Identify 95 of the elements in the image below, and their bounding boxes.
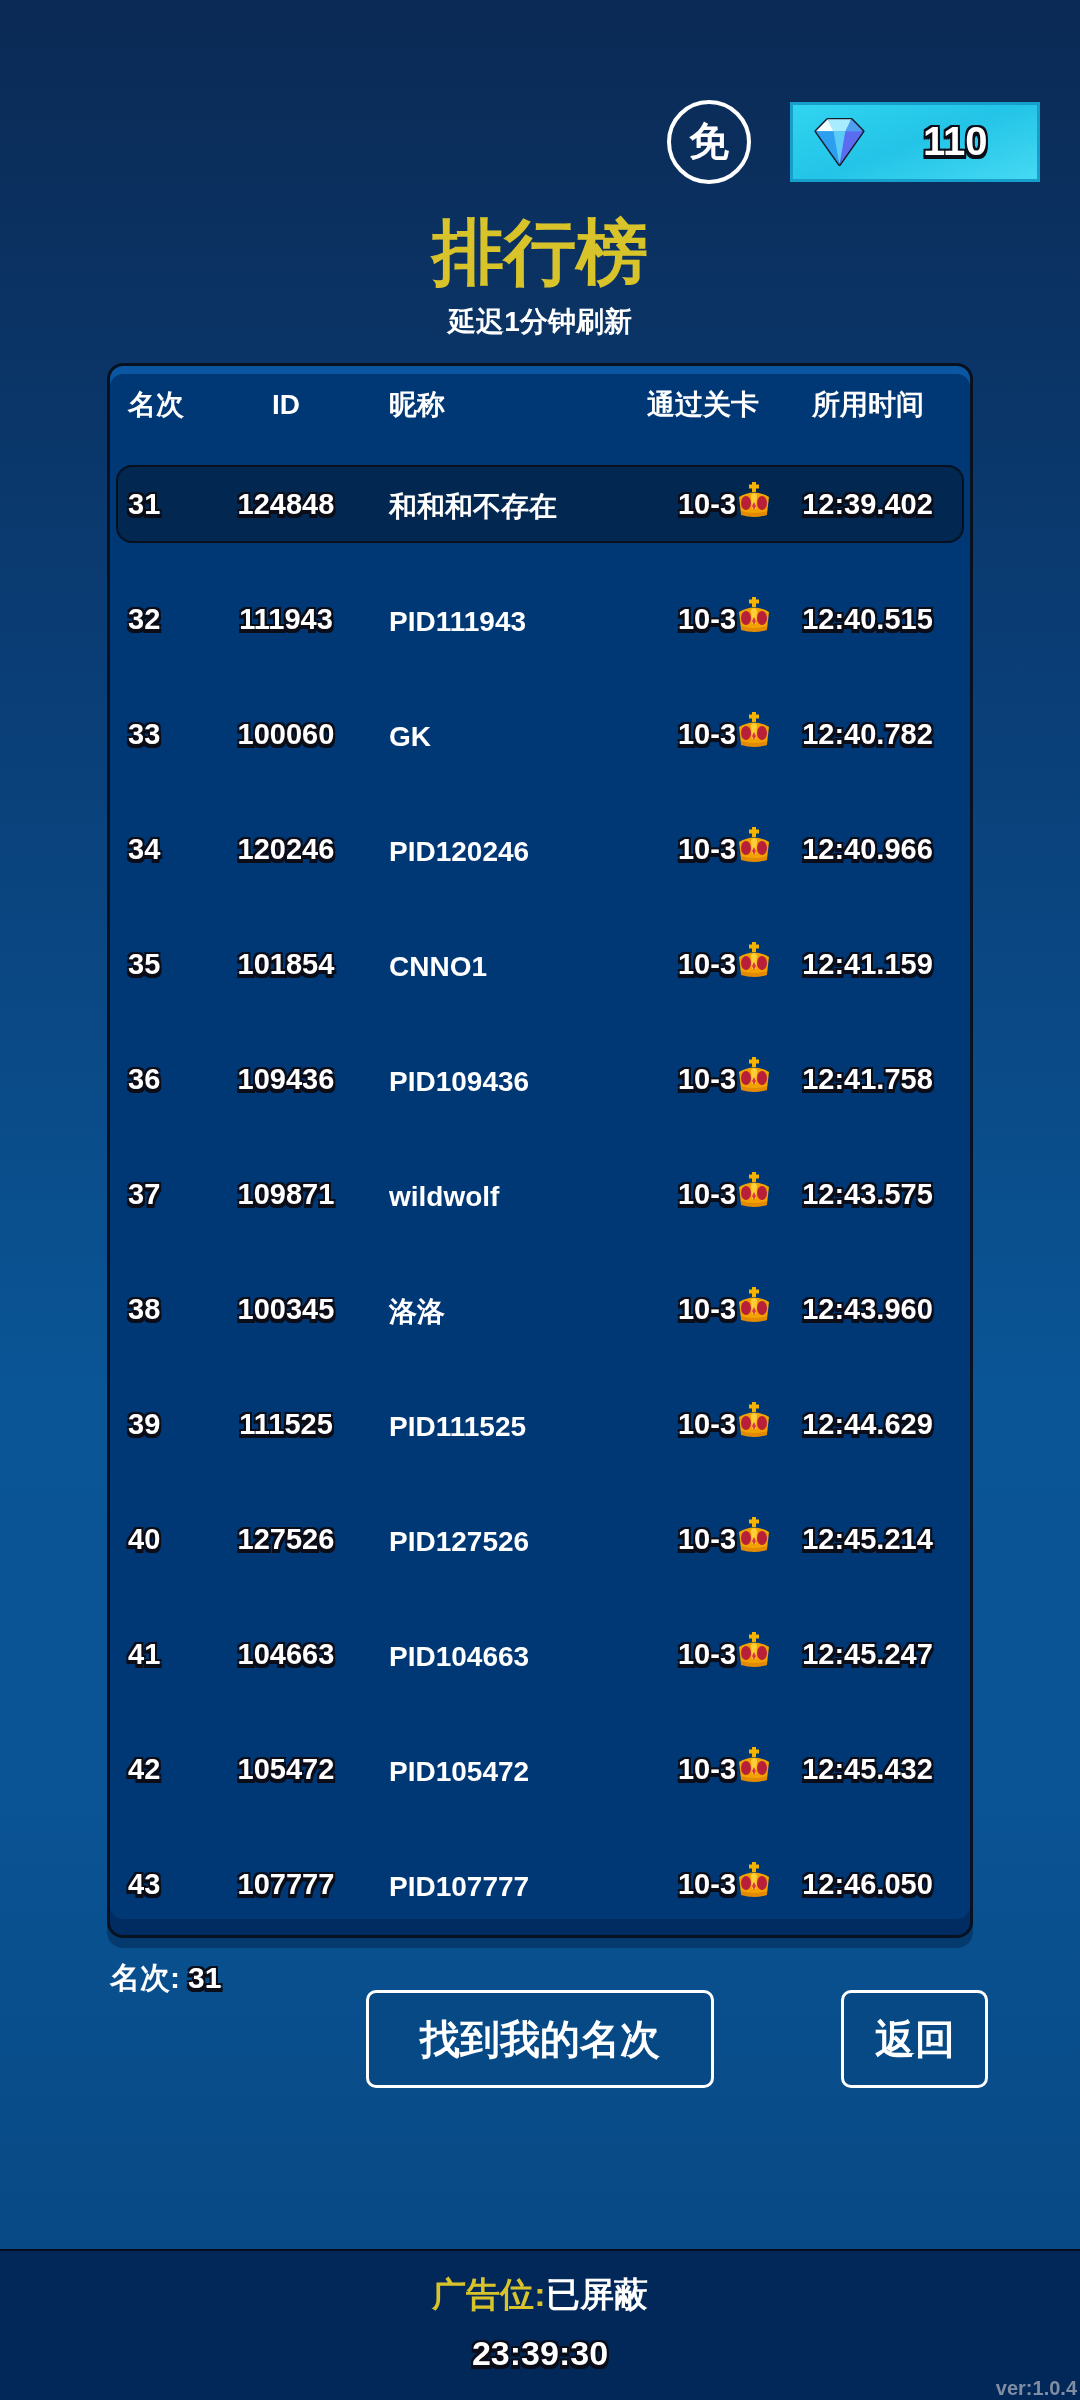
id-cell: 107777 — [237, 1867, 335, 1901]
time-cell: 12:41.159 — [802, 947, 933, 981]
nickname-cell-text: 洛洛 — [388, 1295, 446, 1329]
time-cell: 12:41.758 — [802, 1062, 933, 1096]
version-text: ver:1.0.4 — [995, 2376, 1078, 2400]
column-header: 所用时间 — [811, 388, 924, 422]
crown-icon — [736, 596, 772, 634]
time-cell: 12:43.575 — [802, 1177, 933, 1211]
nickname-cell-text: GK — [388, 721, 432, 753]
nickname-cell-text: 和和和不存在 — [387, 490, 558, 524]
crown-icon — [736, 826, 772, 864]
id-cell: 100345 — [237, 1292, 335, 1326]
nickname-cell-text: PID111525 — [388, 1411, 528, 1443]
rank-cell: 42 — [128, 1752, 161, 1786]
ad-status: 已屏蔽 — [545, 2274, 648, 2315]
column-header: 通过关卡 — [646, 388, 759, 422]
column-header: 名次 — [128, 388, 184, 422]
stage-text: 10-3 — [677, 602, 736, 636]
nickname-cell-text: PID107777 — [388, 1871, 531, 1903]
id-cell: 109436 — [237, 1062, 335, 1096]
stage-text: 10-3 — [677, 717, 736, 751]
crown-icon — [736, 1746, 772, 1784]
id-cell: 104663 — [237, 1637, 335, 1671]
rank-cell: 33 — [128, 717, 161, 751]
column-header: 昵称 — [388, 388, 445, 422]
rank-cell: 36 — [128, 1062, 161, 1096]
nickname-cell-text: CNNO1 — [388, 951, 488, 983]
id-cell: 127526 — [237, 1522, 335, 1556]
crown-icon — [736, 941, 772, 979]
time-cell: 12:44.629 — [802, 1407, 933, 1441]
crown-icon — [736, 481, 772, 519]
my-rank-value: 31 — [188, 1961, 222, 1995]
subtitle-text: 延迟1分钟刷新 — [448, 305, 632, 339]
time-cell: 12:40.782 — [802, 717, 933, 751]
time-cell: 12:40.966 — [802, 832, 933, 866]
stage-text: 10-3 — [677, 487, 736, 521]
stage-text: 10-3 — [677, 947, 736, 981]
time-cell: 12:45.247 — [802, 1637, 933, 1671]
rank-cell: 38 — [128, 1292, 161, 1326]
stage-text: 10-3 — [677, 1752, 736, 1786]
ad-label: 广告位: — [432, 2274, 546, 2315]
stage-text: 10-3 — [677, 1292, 736, 1326]
gem-count: 110 — [923, 119, 988, 164]
id-cell: 101854 — [237, 947, 335, 981]
time-cell: 12:39.402 — [802, 487, 933, 521]
rank-cell: 35 — [128, 947, 161, 981]
rank-cell: 37 — [128, 1177, 161, 1211]
stage-text: 10-3 — [677, 1867, 736, 1901]
time-cell: 12:46.050 — [802, 1867, 933, 1901]
nickname-cell-text: PID111943 — [388, 606, 528, 638]
find-my-rank-button[interactable]: 找到我的名次 — [366, 1990, 714, 2088]
page-title: 排行榜 — [432, 212, 648, 292]
id-cell: 124848 — [237, 487, 335, 521]
stage-text: 10-3 — [677, 1407, 736, 1441]
id-cell: 105472 — [237, 1752, 335, 1786]
stage-text: 10-3 — [677, 1062, 736, 1096]
my-rank-label: 名次: — [110, 1959, 180, 1996]
crown-icon — [736, 1056, 772, 1094]
id-cell: 109871 — [237, 1177, 335, 1211]
free-badge-button[interactable]: 免 — [667, 99, 751, 184]
stage-text: 10-3 — [677, 832, 736, 866]
id-cell: 120246 — [237, 832, 335, 866]
rank-cell: 40 — [128, 1522, 161, 1556]
back-button[interactable]: 返回 — [841, 1990, 988, 2088]
crown-icon — [736, 1516, 772, 1554]
rank-cell: 34 — [128, 832, 161, 866]
rank-cell: 39 — [128, 1407, 161, 1441]
crown-icon — [736, 1286, 772, 1324]
rank-cell: 41 — [128, 1637, 161, 1671]
stage-text: 10-3 — [677, 1637, 736, 1671]
id-cell: 100060 — [237, 717, 335, 751]
nickname-cell-text: PID127526 — [388, 1526, 531, 1558]
clock-text: 23:39:30 — [471, 2333, 609, 2373]
stage-text: 10-3 — [677, 1522, 736, 1556]
time-cell: 12:40.515 — [802, 602, 933, 636]
rank-cell: 31 — [128, 487, 161, 521]
id-cell: 111943 — [239, 602, 333, 636]
nickname-cell-text: PID109436 — [388, 1066, 531, 1098]
time-cell: 12:45.214 — [802, 1522, 933, 1556]
time-cell: 12:43.960 — [802, 1292, 933, 1326]
rank-cell: 43 — [128, 1867, 161, 1901]
crown-icon — [736, 1631, 772, 1669]
crown-icon — [736, 1171, 772, 1209]
nickname-cell-text: PID120246 — [388, 836, 531, 868]
crown-icon — [736, 1861, 772, 1899]
stage-text: 10-3 — [677, 1177, 736, 1211]
nickname-cell-text: wildwolf — [388, 1181, 501, 1213]
nickname-cell-text: PID104663 — [388, 1641, 531, 1673]
rank-cell: 32 — [128, 602, 161, 636]
crown-icon — [736, 1401, 772, 1439]
id-cell: 111525 — [239, 1407, 333, 1441]
time-cell: 12:45.432 — [802, 1752, 933, 1786]
crown-icon — [736, 711, 772, 749]
nickname-cell-text: PID105472 — [388, 1756, 531, 1788]
column-header: ID — [272, 389, 300, 421]
